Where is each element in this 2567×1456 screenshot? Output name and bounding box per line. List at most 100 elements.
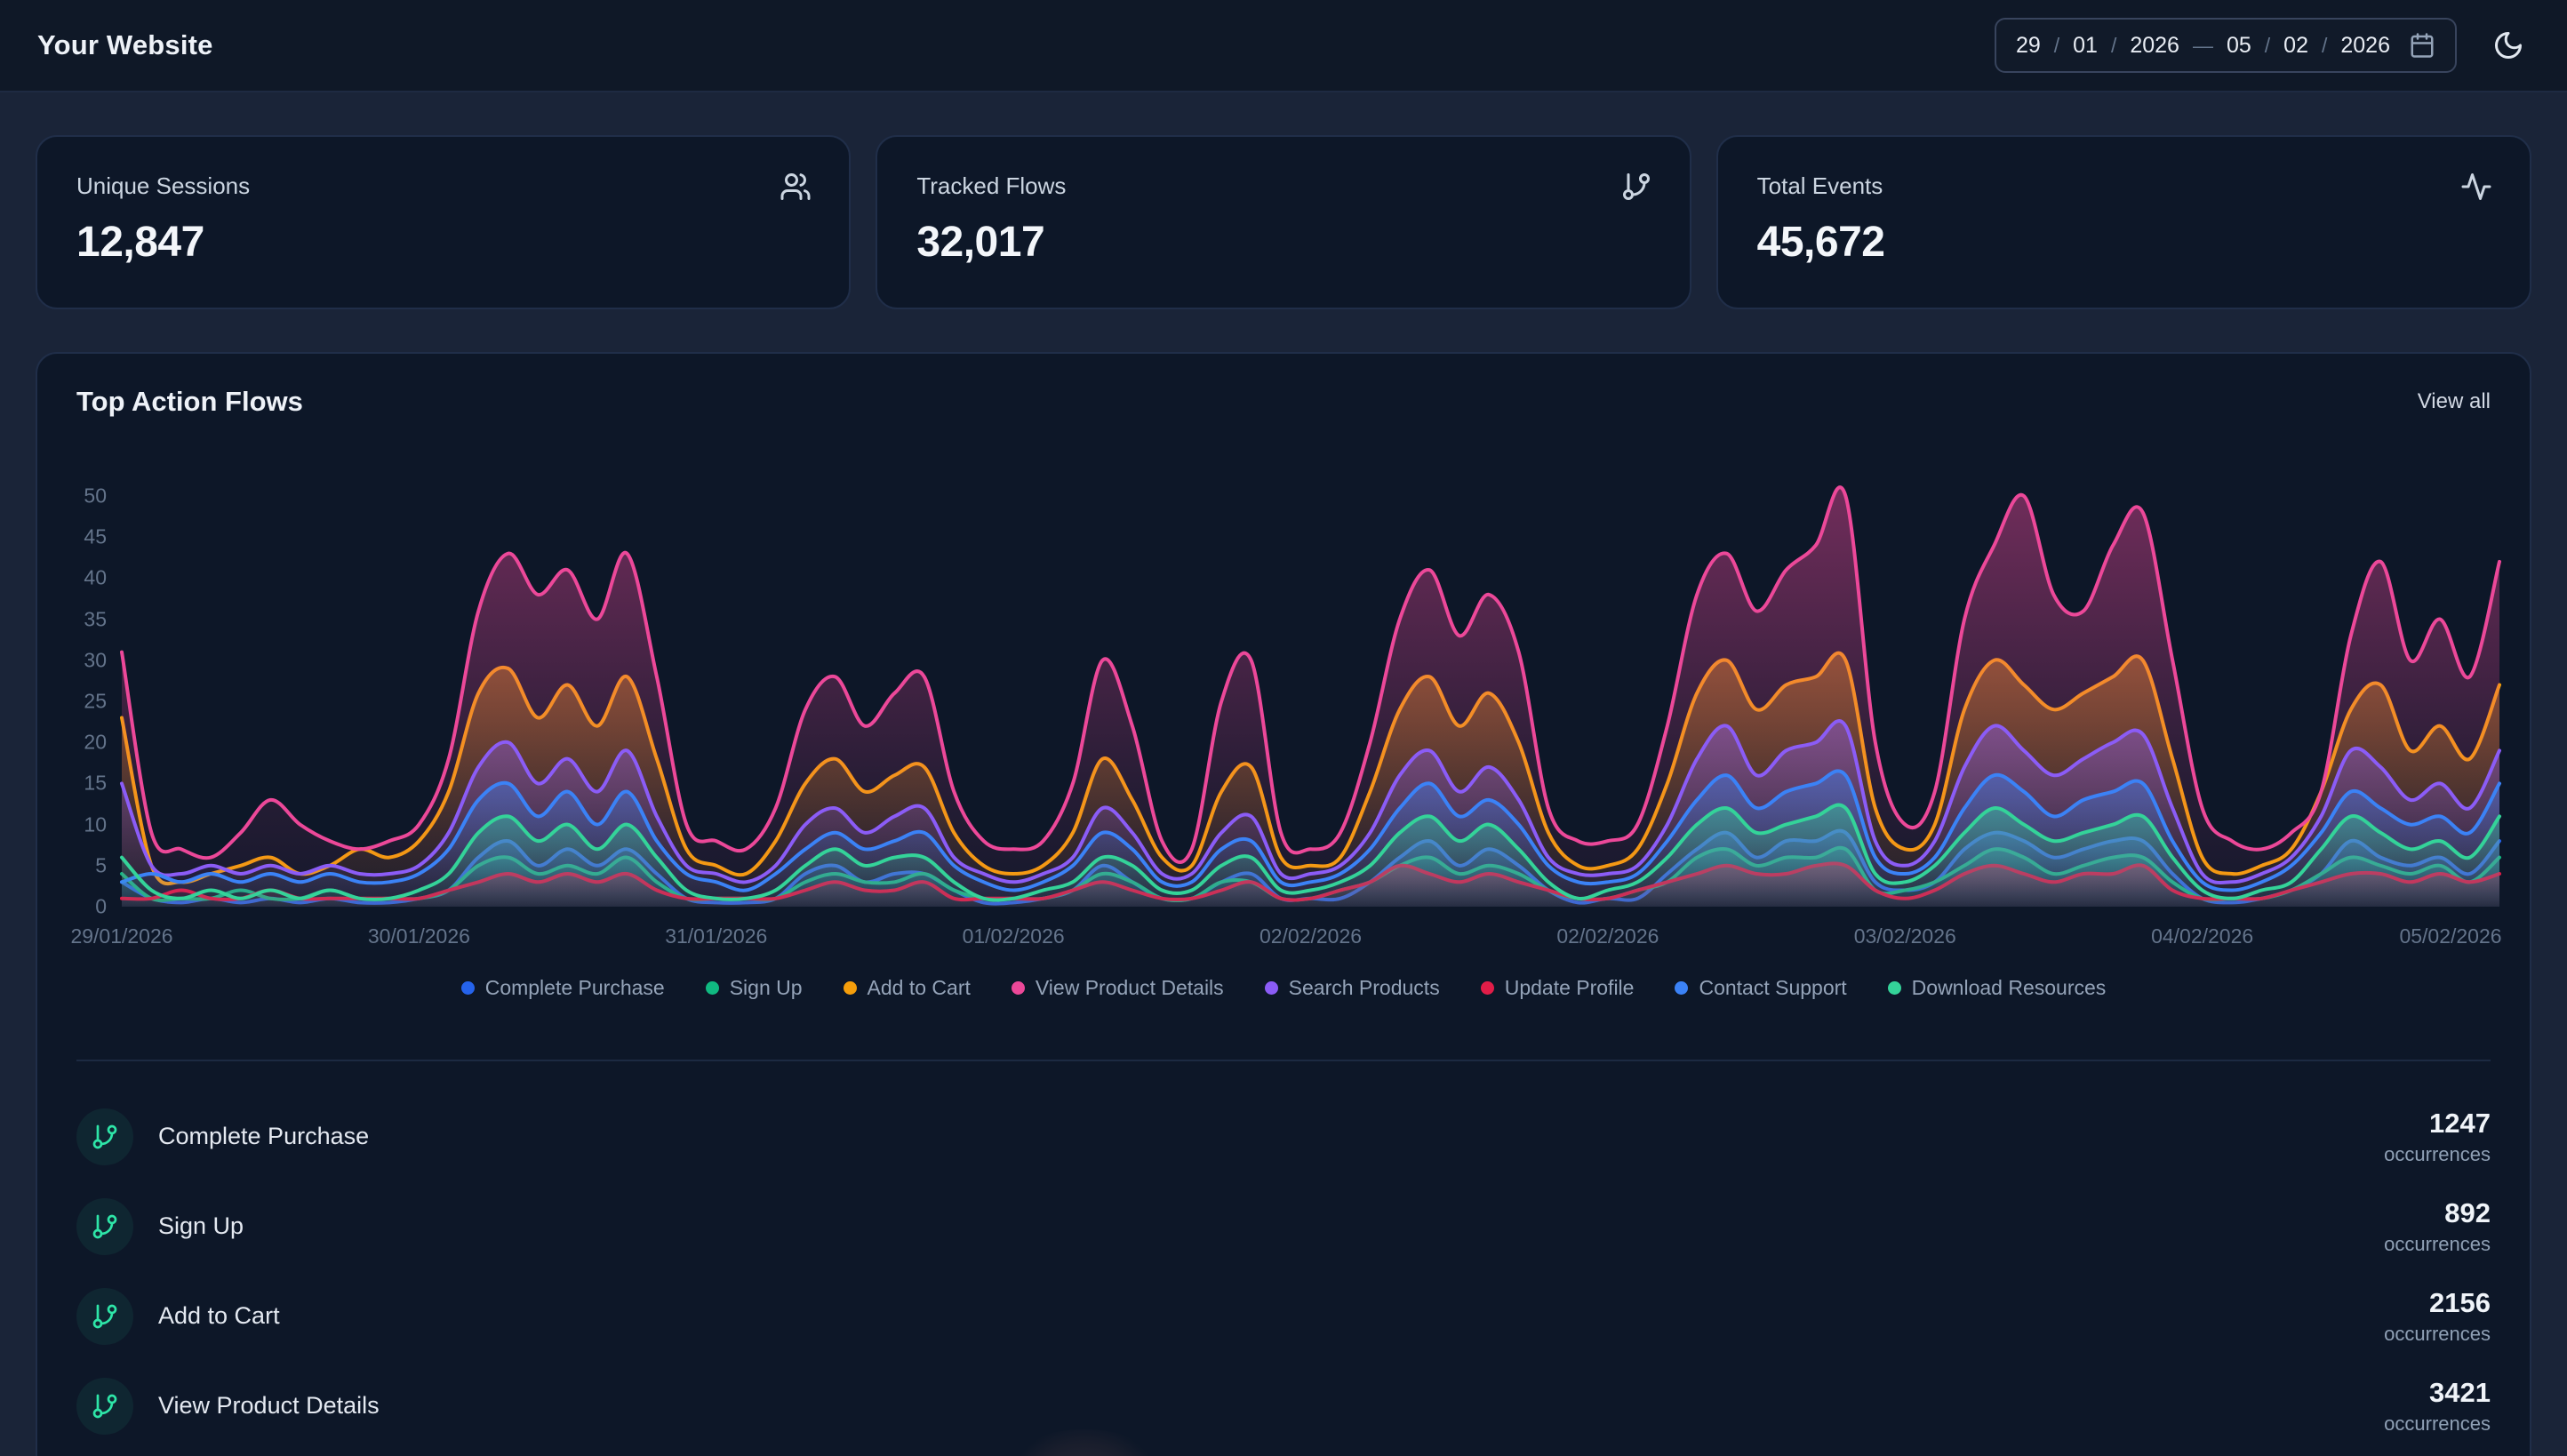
y-axis-tick-label: 10 [44,812,107,836]
flow-name: Add to Cart [158,1302,2384,1330]
date-slash: / [2054,34,2059,58]
chart-legend: Complete Purchase Sign Up Add to Cart View … [37,976,2530,1000]
page-title: Your Website [37,29,213,61]
legend-item-add-to-cart[interactable]: Add to Cart [844,976,971,1000]
legend-item-update-profile[interactable]: Update Profile [1481,976,1635,1000]
end-month-field[interactable]: 02 [2283,33,2308,59]
legend-dot [461,981,475,995]
flow-occurrences-label: occurrences [2384,1412,2491,1436]
legend-item-complete-purchase[interactable]: Complete Purchase [461,976,665,1000]
y-axis-tick-label: 0 [44,895,107,919]
legend-label: Contact Support [1699,976,1846,1000]
moon-icon [2492,29,2524,61]
activity-icon [2460,171,2492,203]
git-branch-icon [76,1378,133,1435]
start-year-field[interactable]: 2026 [2130,33,2179,59]
flow-row-add-to-cart[interactable]: Add to Cart 2156 occurrences [76,1271,2491,1361]
flow-count: 892 [2444,1197,2491,1229]
flow-count: 1247 [2429,1108,2491,1140]
stat-card-unique-sessions: Unique Sessions 12,847 [36,135,851,309]
y-axis-tick-label: 45 [44,525,107,549]
date-slash: / [2322,34,2327,58]
git-branch-icon [76,1288,133,1345]
end-day-field[interactable]: 05 [2227,33,2251,59]
date-range-dash: — [2193,34,2213,58]
flow-name: View Product Details [158,1392,2384,1420]
y-axis-tick-label: 35 [44,607,107,631]
flow-count: 2156 [2429,1287,2491,1319]
stat-card-total-events: Total Events 45,672 [1716,135,2531,309]
stat-card-tracked-flows: Tracked Flows 32,017 [876,135,1691,309]
flows-area-chart[interactable]: 0 5 10 15 20 25 30 35 40 45 50 29/01/2026 30/01/2026… [37,460,2530,976]
y-axis-tick-label: 15 [44,772,107,796]
flow-count: 3421 [2429,1377,2491,1409]
flow-name: Complete Purchase [158,1123,2384,1150]
legend-label: Sign Up [730,976,803,1000]
flow-list: Complete Purchase 1247 occurrences Sign … [76,1092,2491,1451]
y-axis-tick-label: 20 [44,731,107,755]
legend-item-view-product-details[interactable]: View Product Details [1012,976,1224,1000]
view-all-button[interactable]: View all [2418,389,2491,414]
x-axis-tick-label: 02/02/2026 [1236,924,1387,948]
legend-label: Complete Purchase [485,976,665,1000]
users-icon [780,171,812,203]
start-month-field[interactable]: 01 [2073,33,2098,59]
end-year-field[interactable]: 2026 [2340,33,2390,59]
stats-row: Unique Sessions 12,847 Tracked Flows 32,… [36,135,2531,309]
x-axis-tick-label: 01/02/2026 [938,924,1089,948]
start-day-field[interactable]: 29 [2016,33,2041,59]
legend-item-contact-support[interactable]: Contact Support [1675,976,1846,1000]
date-range-picker[interactable]: 29 / 01 / 2026 — 05 / 02 / 2026 [1995,18,2457,73]
flows-card-header: Top Action Flows View all [76,386,2491,418]
legend-dot [844,981,857,995]
stat-value: 12,847 [76,218,810,267]
legend-dot [706,981,719,995]
legend-item-search-products[interactable]: Search Products [1265,976,1440,1000]
y-axis-tick-label: 40 [44,566,107,590]
flow-occurrences-label: occurrences [2384,1323,2491,1346]
flow-row-complete-purchase[interactable]: Complete Purchase 1247 occurrences [76,1092,2491,1181]
header-actions: 29 / 01 / 2026 — 05 / 02 / 2026 [1995,18,2530,73]
legend-dot [1675,981,1688,995]
flow-occurrences-label: occurrences [2384,1143,2491,1166]
legend-dot [1481,981,1494,995]
theme-toggle-button[interactable] [2487,24,2530,67]
chart-canvas[interactable] [37,460,2531,976]
flow-row-sign-up[interactable]: Sign Up 892 occurrences [76,1181,2491,1271]
git-branch-icon [1620,171,1652,203]
legend-dot [1888,981,1901,995]
app-header: Your Website 29 / 01 / 2026 — 05 / 02 / … [0,0,2567,92]
legend-label: Add to Cart [868,976,971,1000]
x-axis-tick-label: 30/01/2026 [343,924,494,948]
git-branch-icon [76,1198,133,1255]
stat-value: 45,672 [1757,218,2491,267]
stat-value: 32,017 [916,218,1650,267]
y-axis-tick-label: 25 [44,690,107,714]
git-branch-icon [76,1108,133,1165]
y-axis-tick-label: 30 [44,648,107,672]
legend-item-sign-up[interactable]: Sign Up [706,976,803,1000]
x-axis-tick-label: 04/02/2026 [2127,924,2278,948]
legend-label: View Product Details [1036,976,1224,1000]
date-slash: / [2111,34,2116,58]
flow-row-view-product-details[interactable]: View Product Details 3421 occurrences [76,1361,2491,1451]
date-slash: / [2265,34,2270,58]
y-axis-tick-label: 5 [44,853,107,877]
stat-label: Total Events [1757,172,2491,200]
x-axis-tick-label: 29/01/2026 [46,924,197,948]
legend-label: Download Resources [1912,976,2107,1000]
flow-name: Sign Up [158,1212,2384,1240]
legend-dot [1012,981,1025,995]
legend-label: Search Products [1289,976,1440,1000]
y-axis-tick-label: 50 [44,484,107,508]
x-axis-tick-label: 05/02/2026 [2375,924,2526,948]
x-axis-tick-label: 02/02/2026 [1532,924,1683,948]
list-divider [76,1060,2491,1061]
legend-label: Update Profile [1505,976,1635,1000]
x-axis-tick-label: 31/01/2026 [641,924,792,948]
stat-label: Unique Sessions [76,172,810,200]
flow-occurrences-label: occurrences [2384,1233,2491,1256]
legend-item-download-resources[interactable]: Download Resources [1888,976,2107,1000]
flows-card-title: Top Action Flows [76,386,303,418]
calendar-icon[interactable] [2409,32,2435,59]
